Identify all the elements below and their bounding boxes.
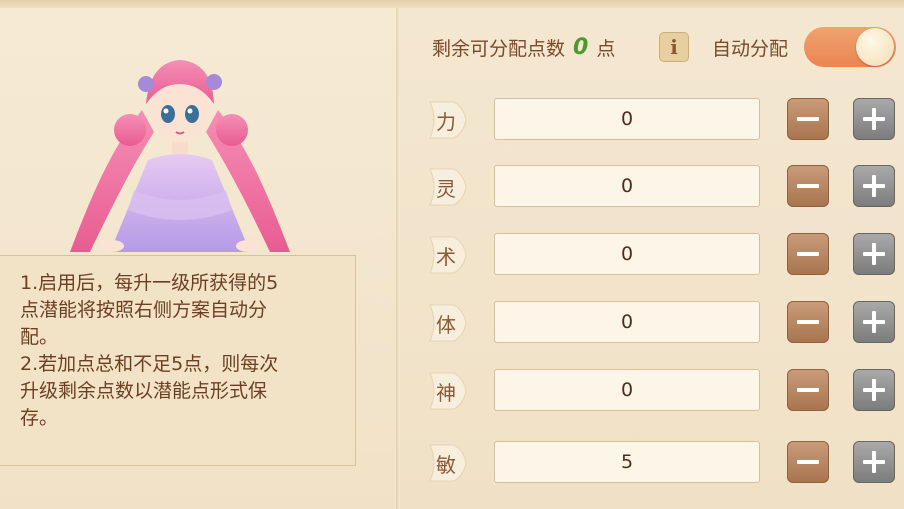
remaining-points-label: 剩余可分配点数 [432,37,566,60]
increase-button[interactable] [853,233,895,275]
stat-value-input[interactable]: 0 [494,98,760,140]
remaining-points-value: 0 [573,34,589,60]
minus-icon [797,451,819,473]
stat-value-input[interactable]: 0 [494,369,760,411]
stat-badge: 神 [428,369,468,413]
stat-value-input[interactable]: 0 [494,165,760,207]
stat-row-min: 敏 5 [0,441,904,485]
remaining-points-unit: 点 [596,37,616,60]
decrease-button[interactable] [787,301,829,343]
stat-name: 力 [436,109,456,134]
minus-icon [797,379,819,401]
decrease-button[interactable] [787,165,829,207]
auto-assign-description: 1.启用后，每升一级所获得的5 点潜能将按照右侧方案自动分 配。 2.若加点总和… [0,255,356,466]
stat-badge: 体 [428,301,468,345]
stat-badge: 力 [428,98,468,142]
stat-badge: 术 [428,233,468,277]
stat-value-input[interactable]: 0 [494,233,760,275]
stat-row-shen: 神 0 [0,369,904,413]
stat-row-ti: 体 0 [0,301,904,345]
top-frame-rim [0,0,904,8]
stat-badge: 敏 [428,441,468,485]
stat-row-ling: 灵 0 [0,165,904,209]
stat-badge: 灵 [428,165,468,209]
stat-row-shu: 术 0 [0,233,904,277]
stat-row-li: 力 0 [0,98,904,142]
stat-name: 术 [436,244,456,269]
increase-button[interactable] [853,165,895,207]
plus-icon [863,379,885,401]
info-icon-glyph: i [670,35,678,59]
plus-icon [863,243,885,265]
plus-icon [863,451,885,473]
plus-icon [863,175,885,197]
plus-icon [863,311,885,333]
toggle-knob[interactable] [856,28,894,66]
stat-name: 体 [436,312,456,337]
decrease-button[interactable] [787,441,829,483]
auto-assign-toggle[interactable] [804,27,896,67]
minus-icon [797,108,819,130]
increase-button[interactable] [853,441,895,483]
stat-value-input[interactable]: 0 [494,301,760,343]
minus-icon [797,175,819,197]
stat-value-input[interactable]: 5 [494,441,760,483]
decrease-button[interactable] [787,369,829,411]
minus-icon [797,311,819,333]
plus-icon [863,108,885,130]
stat-name: 神 [436,380,456,405]
auto-assign-label: 自动分配 [712,37,789,60]
increase-button[interactable] [853,301,895,343]
minus-icon [797,243,819,265]
character-portrait [50,40,310,260]
info-icon[interactable]: i [659,32,689,62]
increase-button[interactable] [853,98,895,140]
remaining-points: 剩余可分配点数 0 点 [432,30,615,64]
decrease-button[interactable] [787,98,829,140]
stat-name: 敏 [436,452,456,477]
stat-name: 灵 [436,176,456,201]
increase-button[interactable] [853,369,895,411]
decrease-button[interactable] [787,233,829,275]
